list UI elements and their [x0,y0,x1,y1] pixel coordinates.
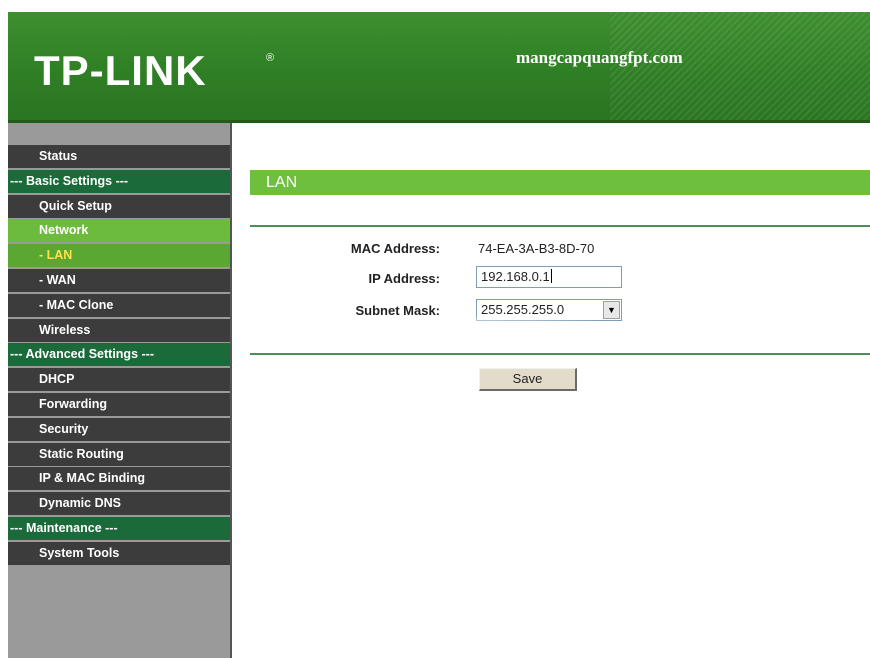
mac-address-value: 74-EA-3A-B3-8D-70 [478,241,595,256]
bottom-rule [250,353,870,355]
sidebar-item-status[interactable]: Status [8,145,230,168]
sidebar-item-forwarding[interactable]: Forwarding [8,392,230,416]
sidebar-item-static-routing[interactable]: Static Routing [8,442,230,466]
sidebar-item-wan[interactable]: - WAN [8,268,230,292]
sidebar-item-dhcp[interactable]: DHCP [8,368,230,392]
router-admin-page: TP-LINK ® mangcapquangfpt.com Status --- … [0,0,870,658]
tp-link-logo: TP-LINK [34,47,207,94]
subnet-mask-label: Subnet Mask: [355,303,440,318]
text-caret [550,269,552,283]
save-button[interactable]: Save [479,368,577,391]
sidebar-group-basic-settings: --- Basic Settings --- [8,169,230,193]
smudge-overlay [240,316,660,356]
menu-list: Status --- Basic Settings --- Quick Setup N… [8,145,230,565]
mac-address-label: MAC Address: [350,241,440,256]
sidebar-border [230,123,232,658]
registered-mark: ® [266,52,275,64]
page-title-bar: LAN [250,170,870,195]
top-rule [250,225,870,227]
sidebar-item-wireless[interactable]: Wireless [8,318,230,342]
sidebar-group-maintenance: --- Maintenance --- [8,516,230,540]
ip-address-label: IP Address: [368,271,440,286]
sidebar-item-dynamic-dns[interactable]: Dynamic DNS [8,492,230,516]
sidebar-item-ip-mac-binding[interactable]: IP & MAC Binding [8,467,230,491]
sidebar-item-quick-setup[interactable]: Quick Setup [8,194,230,218]
chevron-down-icon[interactable]: ▼ [603,301,620,319]
sidebar-menu: Status --- Basic Settings --- Quick Setup N… [8,123,230,658]
sidebar-top-spacer [8,123,230,145]
site-watermark: mangcapquangfpt.com [516,48,683,67]
sidebar-item-network[interactable]: Network [8,219,230,243]
ip-address-input[interactable]: 192.168.0.1 [476,266,622,288]
subnet-mask-value: 255.255.255.0 [481,302,565,317]
page-title: LAN [266,174,298,191]
sidebar-item-system-tools[interactable]: System Tools [8,541,230,565]
sidebar-item-lan[interactable]: - LAN [8,244,230,268]
ip-address-value: 192.168.0.1 [481,269,550,284]
sidebar-item-security[interactable]: Security [8,417,230,441]
sidebar-group-advanced-settings: --- Advanced Settings --- [8,343,230,367]
subnet-mask-select[interactable]: 255.255.255.0 ▼ [476,299,622,321]
sidebar-item-mac-clone[interactable]: - MAC Clone [8,293,230,317]
header-banner: TP-LINK ® mangcapquangfpt.com [8,12,870,120]
